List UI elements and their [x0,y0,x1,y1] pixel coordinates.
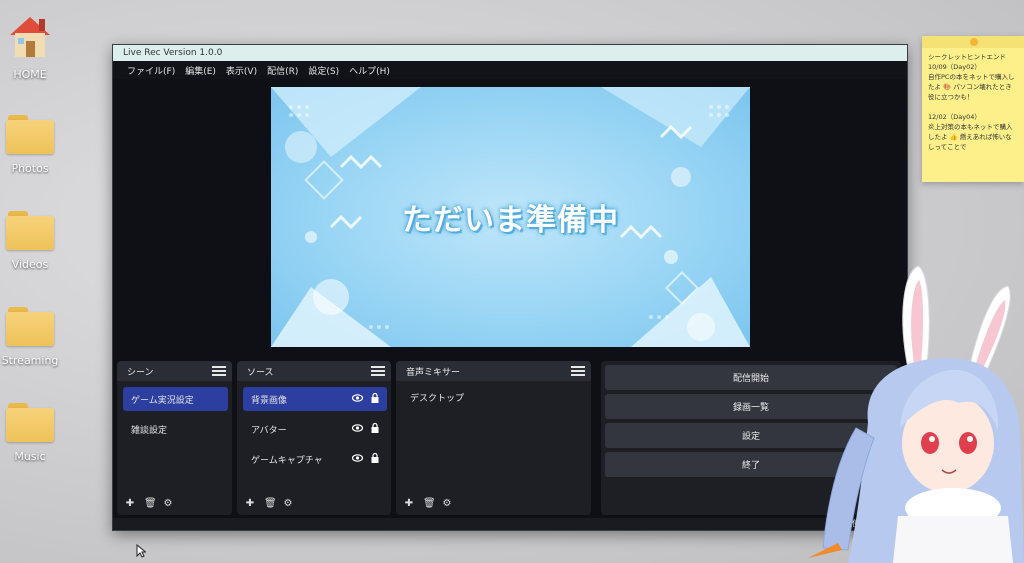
sources-header: ソース [237,361,391,381]
desktop-icon-streaming[interactable]: Streaming [0,296,60,367]
scene-item[interactable]: ゲーム実況設定 [123,387,228,411]
menu-icon[interactable] [371,366,385,376]
desktop-icon-label: Music [14,450,46,463]
trash-icon[interactable]: 🗑 [423,499,436,509]
eye-icon[interactable] [351,453,364,465]
scene-item-label: ゲーム実況設定 [131,395,194,406]
mouse-cursor-icon [136,544,146,558]
mixer-title: 音声ミキサー [406,367,461,378]
scene-item[interactable]: 雑談設定 [123,417,228,441]
window-title[interactable]: Live Rec Version 1.0.0 [113,45,907,61]
sources-title: ソース [247,367,274,378]
status-bar: 使用率: 33% [113,518,907,530]
stream-preview[interactable]: ただいま準備中 [271,87,750,347]
menu-icon[interactable] [212,366,226,376]
add-icon[interactable]: ✚ [404,499,414,509]
pin-icon [970,38,978,46]
scene-item-label: 雑談設定 [131,425,168,436]
folder-icon [0,296,60,350]
lock-icon[interactable] [371,422,379,436]
desktop-icon-music[interactable]: Music [0,392,60,463]
app-window: Live Rec Version 1.0.0 ファイル(F) 編集(E) 表示(… [112,44,908,531]
sticky-note-text: シークレットヒントエンド 10/09（Day02） 自作PCの本をネットで購入し… [928,53,1015,151]
folder-icon [0,200,60,254]
menu-edit[interactable]: 編集(E) [185,64,216,77]
scenes-title: シーン [127,367,154,378]
source-item[interactable]: アバター [243,417,387,441]
desktop-icon-home[interactable]: HOME [0,10,60,81]
add-icon[interactable]: ✚ [125,499,135,509]
sources-dock: ソース 背景画像 アバター ゲームキャプチャ ✚ 🗑 ⚙ [237,361,391,515]
menu-icon[interactable] [571,366,585,376]
add-icon[interactable]: ✚ [245,499,255,509]
mixer-header: 音声ミキサー [396,361,591,381]
scenes-dock: シーン ゲーム実況設定 雑談設定 ✚ 🗑 ⚙ [117,361,232,515]
sources-footer: ✚ 🗑 ⚙ [245,499,293,509]
scenes-footer: ✚ 🗑 ⚙ [125,499,173,509]
menu-settings[interactable]: 設定(S) [308,64,339,77]
audio-mixer-dock: 音声ミキサー デスクトップ ✚ 🗑 ⚙ [396,361,591,515]
scenes-header: シーン [117,361,232,381]
home-icon [0,10,60,64]
desktop-icon-label: Photos [11,162,49,175]
source-item[interactable]: ゲームキャプチャ [243,447,387,471]
desktop-icon-label: Streaming [1,354,59,367]
menu-help[interactable]: ヘルプ(H) [349,64,390,77]
desktop-icon-label: HOME [13,68,47,81]
avatar [808,265,1024,563]
gear-icon[interactable]: ⚙ [163,499,173,509]
sticky-note[interactable]: シークレットヒントエンド 10/09（Day02） 自作PCの本をネットで購入し… [922,36,1024,182]
mixer-footer: ✚ 🗑 ⚙ [404,499,452,509]
menu-stream[interactable]: 配信(R) [267,64,298,77]
mixer-item-label: デスクトップ [410,393,465,404]
desktop-icon-videos[interactable]: Videos [0,200,60,271]
lock-icon[interactable] [371,452,379,466]
mixer-item[interactable]: デスクトップ [402,385,587,409]
menu-bar: ファイル(F) 編集(E) 表示(V) 配信(R) 設定(S) ヘルプ(H) [113,61,907,79]
eye-icon[interactable] [351,423,364,435]
folder-icon [0,392,60,446]
menu-view[interactable]: 表示(V) [226,64,257,77]
source-item-label: ゲームキャプチャ [251,455,323,466]
eye-icon[interactable] [351,393,364,405]
preview-title: ただいま準備中 [402,203,619,238]
docks-area: シーン ゲーム実況設定 雑談設定 ✚ 🗑 ⚙ ソース 背景画像 アバター ゲーム… [113,359,907,519]
folder-icon [0,104,60,158]
source-item-label: 背景画像 [251,395,288,406]
source-item-label: アバター [251,425,287,436]
trash-icon[interactable]: 🗑 [264,499,277,509]
trash-icon[interactable]: 🗑 [144,499,157,509]
lock-icon[interactable] [371,392,379,406]
gear-icon[interactable]: ⚙ [283,499,293,509]
preview-area: ただいま準備中 [113,79,907,357]
desktop-icon-photos[interactable]: Photos [0,104,60,175]
source-item[interactable]: 背景画像 [243,387,387,411]
gear-icon[interactable]: ⚙ [442,499,452,509]
desktop-icon-label: Videos [11,258,49,271]
menu-file[interactable]: ファイル(F) [127,64,175,77]
